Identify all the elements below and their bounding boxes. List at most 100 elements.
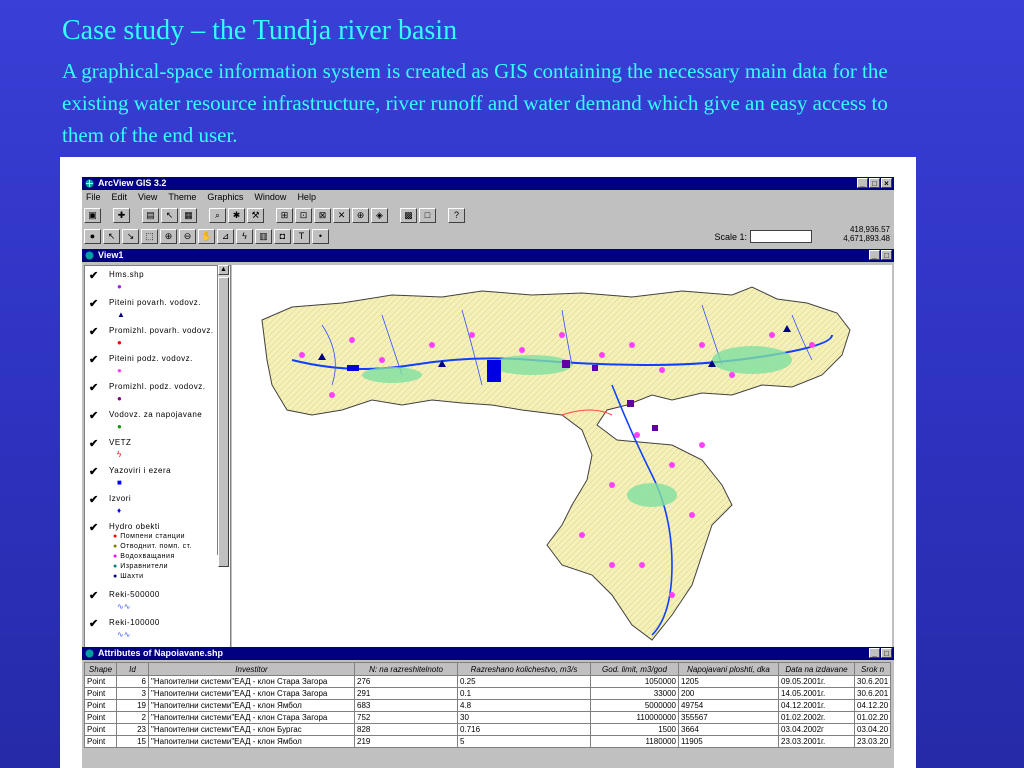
checkmark-icon[interactable]: ✔ (89, 297, 98, 310)
table-cell[interactable]: 0.716 (457, 723, 591, 736)
table-cell[interactable]: "Напоителни системи"ЕАД - клон Ямбол (148, 699, 355, 712)
select-feature-icon[interactable]: ⬚ (141, 228, 158, 244)
table-cell[interactable]: 30.6.201 (853, 675, 892, 688)
checkmark-icon[interactable]: ✔ (89, 409, 98, 422)
legend-theme[interactable]: ✔ Reki-500000 ∿∿ (85, 586, 230, 614)
checkmark-icon[interactable]: ✔ (89, 381, 98, 394)
table-row[interactable]: Point 23 "Напоителни системи"ЕАД - клон Бу… (84, 723, 892, 736)
table-cell[interactable]: 110000000 (590, 711, 679, 724)
legend-theme[interactable]: ✔ Promizhl. podz. vodovz. ● (85, 378, 230, 406)
table-cell[interactable]: 683 (354, 699, 458, 712)
legend-theme[interactable]: ✔ VETZ ϟ (85, 434, 230, 462)
table-cell[interactable]: 2 (116, 711, 149, 724)
table-cell[interactable]: "Напоителни системи"ЕАД - клон Стара Заг… (148, 675, 355, 688)
table-row[interactable]: Point 6 "Напоителни системи"ЕАД - клон Ста… (84, 675, 892, 688)
checkmark-icon[interactable]: ✔ (89, 325, 98, 338)
table-cell[interactable]: 3664 (678, 723, 779, 736)
table-cell[interactable]: 291 (354, 687, 458, 700)
table-cell[interactable]: 1500 (590, 723, 679, 736)
select-graphics-icon[interactable]: ▩ (400, 207, 417, 223)
legend-theme[interactable]: ✔ Hms.shp ● (85, 266, 230, 294)
toc-scrollbar[interactable]: ▲ (217, 265, 229, 567)
scroll-thumb[interactable] (218, 277, 229, 567)
pointer-icon[interactable]: ↖ (103, 228, 120, 244)
zoom-full-extent-icon[interactable]: ⊞ (276, 207, 293, 223)
table-cell[interactable]: 752 (354, 711, 458, 724)
table-cell[interactable]: Point (84, 675, 117, 688)
table-cell[interactable]: 01.02.20 (853, 711, 892, 724)
table-row[interactable]: Point 19 "Напоителни системи"ЕАД - клон Ям… (84, 699, 892, 712)
attr-minimize-button[interactable]: _ (869, 648, 880, 658)
query-builder-icon[interactable]: ⚒ (247, 207, 264, 223)
column-header[interactable]: Data na izdavane (778, 662, 855, 676)
table-cell[interactable]: "Напоителни системи"ЕАД - клон Стара Заг… (148, 687, 355, 700)
close-button[interactable]: × (881, 178, 892, 188)
theme-properties-icon[interactable]: ▤ (142, 207, 159, 223)
menu-item-window[interactable]: Window (254, 190, 286, 204)
table-cell[interactable]: 30 (457, 711, 591, 724)
column-header[interactable]: N: na razreshitelnoto (354, 662, 458, 676)
table-cell[interactable]: 33000 (590, 687, 679, 700)
attr-maximize-button[interactable]: □ (881, 648, 892, 658)
table-row[interactable]: Point 2 "Напоителни системи"ЕАД - клон Ста… (84, 711, 892, 724)
table-cell[interactable]: 219 (354, 735, 458, 748)
table-row[interactable]: Point 3 "Напоителни системи"ЕАД - клон Ста… (84, 687, 892, 700)
checkmark-icon[interactable]: ✔ (89, 465, 98, 478)
table-cell[interactable]: Point (84, 735, 117, 748)
draw-point-icon[interactable]: • (312, 228, 329, 244)
table-cell[interactable]: 1205 (678, 675, 779, 688)
checkmark-icon[interactable]: ✔ (89, 589, 98, 602)
table-cell[interactable]: 03.04.20 (853, 723, 892, 736)
text-icon[interactable]: T (293, 228, 310, 244)
table-cell[interactable]: "Напоителни системи"ЕАД - клон Стара Заг… (148, 711, 355, 724)
table-cell[interactable]: 23.03.2001г. (778, 735, 855, 748)
menu-item-edit[interactable]: Edit (112, 190, 128, 204)
table-cell[interactable]: 5 (457, 735, 591, 748)
zoom-in-fixed-icon[interactable]: ✕ (333, 207, 350, 223)
table-cell[interactable]: 276 (354, 675, 458, 688)
table-cell[interactable]: 01.02.2002г. (778, 711, 855, 724)
label-icon[interactable]: ◘ (274, 228, 291, 244)
menu-item-graphics[interactable]: Graphics (207, 190, 243, 204)
measure-icon[interactable]: ⊿ (217, 228, 234, 244)
zoom-out-fixed-icon[interactable]: ⊕ (352, 207, 369, 223)
tundja-basin-map[interactable] (232, 265, 892, 647)
table-cell[interactable]: 0.1 (457, 687, 591, 700)
legend-theme[interactable]: ✔ Promizhl. povarh. vodovz. ● (85, 322, 230, 350)
table-cell[interactable]: "Напоителни системи"ЕАД - клон Ямбол (148, 735, 355, 748)
table-cell[interactable]: 19 (116, 699, 149, 712)
table-cell[interactable]: 23 (116, 723, 149, 736)
view-maximize-button[interactable]: □ (881, 250, 892, 260)
find-icon[interactable]: ⌕ (209, 207, 226, 223)
add-theme-icon[interactable]: ✚ (113, 207, 130, 223)
minimize-button[interactable]: _ (857, 178, 868, 188)
attributes-table[interactable]: Shape Id Investitor N: na razreshitelnoto Ra… (84, 662, 892, 748)
save-icon[interactable]: ▣ (84, 207, 101, 223)
table-cell[interactable]: 828 (354, 723, 458, 736)
checkmark-icon[interactable]: ✔ (89, 353, 98, 366)
column-header[interactable]: Napojavani ploshti, dka (678, 662, 779, 676)
table-cell[interactable]: 03.04.2002г (778, 723, 855, 736)
pan-icon[interactable]: ✋ (198, 228, 215, 244)
table-row[interactable]: Point 15 "Напоителни системи"ЕАД - клон Ям… (84, 735, 892, 748)
menu-item-theme[interactable]: Theme (168, 190, 196, 204)
legend-theme[interactable]: ✔ Reki-100000 ∿∿ (85, 614, 230, 642)
hotlink-icon[interactable]: ϟ (236, 228, 253, 244)
view-minimize-button[interactable]: _ (869, 250, 880, 260)
locate-address-icon[interactable]: ✱ (228, 207, 245, 223)
legend-theme[interactable]: ✔ Izvori ♦ (85, 490, 230, 518)
maximize-button[interactable]: □ (869, 178, 880, 188)
zoom-active-themes-icon[interactable]: ⊡ (295, 207, 312, 223)
table-cell[interactable]: 3 (116, 687, 149, 700)
column-header[interactable]: Investitor (148, 662, 355, 676)
zoom-out-icon[interactable]: ⊖ (179, 228, 196, 244)
table-cell[interactable]: 30.6.201 (853, 687, 892, 700)
table-cell[interactable]: 14.05.2001г. (778, 687, 855, 700)
table-cell[interactable]: 4.8 (457, 699, 591, 712)
checkmark-icon[interactable]: ✔ (89, 521, 98, 534)
table-cell[interactable]: 1180000 (590, 735, 679, 748)
legend-theme[interactable]: ✔ Vodovz. za napojavane ● (85, 406, 230, 434)
menu-item-view[interactable]: View (138, 190, 157, 204)
table-cell[interactable]: 200 (678, 687, 779, 700)
table-cell[interactable]: Point (84, 687, 117, 700)
